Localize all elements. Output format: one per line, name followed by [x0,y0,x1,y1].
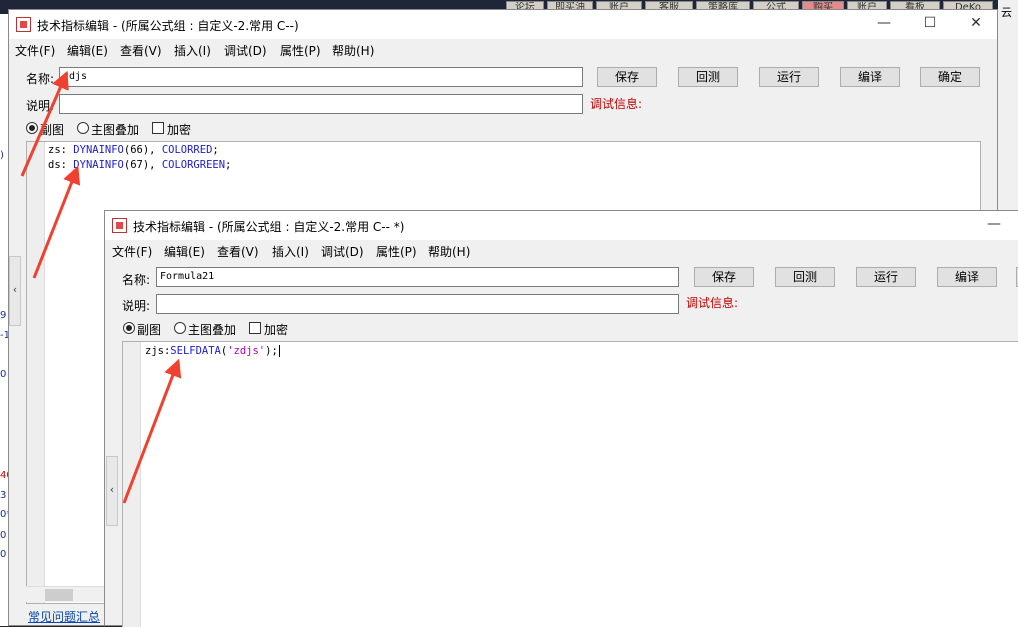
menu-edit[interactable]: 编辑(E) [164,243,205,260]
bg-mark: 3 [0,490,7,501]
name-label: 名称: [122,273,151,287]
name-label: 名称: [26,72,55,86]
menu-file[interactable]: 文件(F) [112,243,152,260]
bg-mark: 9 [0,310,7,321]
sub-chart-radio[interactable] [26,122,38,134]
name-input[interactable]: zdjs [59,67,583,87]
main-overlay-radio[interactable] [174,322,186,334]
menu-insert[interactable]: 插入(I) [174,42,211,59]
menu-bar: 文件(F) 编辑(E) 查看(V) 插入(I) 调试(D) 属性(P) 帮助(H… [9,39,997,59]
code-line: zs: DYNAINFO(66), COLORRED; [48,144,219,156]
encrypt-checkbox[interactable] [152,122,164,134]
main-overlay-radio[interactable] [77,122,89,134]
encrypt-label: 加密 [167,123,192,137]
faq-link[interactable]: 常见问题汇总 [28,608,100,625]
bg-mark: 0 [0,530,7,541]
backtest-button[interactable]: 回测 [678,67,738,87]
save-button[interactable]: 保存 [597,67,657,87]
code-line: ds: DYNAINFO(67), COLORGREEN; [48,159,232,171]
sub-chart-label: 副图 [137,323,162,337]
maximize-icon[interactable]: ☐ [907,10,953,39]
save-button[interactable]: 保存 [694,267,754,287]
run-button[interactable]: 运行 [856,267,916,287]
description-label: 说明: [26,99,55,113]
encrypt-checkbox[interactable] [249,322,261,334]
bg-right-text: 云 [1001,6,1012,19]
editor-gutter [27,142,45,603]
title-bar[interactable]: 技术指标编辑 - (所属公式组 : 自定义-2.常用 C--) — ☐ ✕ [9,10,997,39]
name-input[interactable]: Formula21 [156,267,679,287]
menu-bar: 文件(F) 编辑(E) 查看(V) 插入(I) 调试(D) 属性(P) 帮助(H… [105,240,1018,260]
encrypt-label: 加密 [264,323,289,337]
chevron-left-icon[interactable]: ‹ [106,456,118,526]
minimize-icon[interactable]: — [861,10,907,39]
bg-mark: ) [0,150,4,161]
title-bar[interactable]: 技术指标编辑 - (所属公式组 : 自定义-2.常用 C-- *) — [105,211,1018,240]
main-overlay-label: 主图叠加 [91,123,140,137]
menu-debug[interactable]: 调试(D) [321,243,364,260]
sub-chart-radio[interactable] [123,322,135,334]
window-title: 技术指标编辑 - (所属公式组 : 自定义-2.常用 C-- *) [133,220,405,234]
menu-properties[interactable]: 属性(P) [376,243,417,260]
horizontal-scrollbar[interactable] [26,586,106,602]
sub-chart-label: 副图 [40,123,65,137]
description-input[interactable] [156,294,679,314]
debug-info-label: 调试信息: [590,97,643,111]
menu-debug[interactable]: 调试(D) [224,42,267,59]
description-input[interactable] [59,94,583,114]
menu-view[interactable]: 查看(V) [120,42,162,59]
description-label: 说明: [122,299,151,313]
bg-mark: 0 [0,369,7,380]
main-overlay-label: 主图叠加 [188,323,237,337]
editor-gutter [123,342,141,627]
code-editor[interactable]: zjs:SELFDATA('zdjs'); [122,341,1018,627]
app-icon [16,17,31,32]
debug-info-label: 调试信息: [686,296,739,310]
compile-button[interactable]: 编译 [937,267,997,287]
code-line: zjs:SELFDATA('zdjs'); [145,345,280,357]
menu-help[interactable]: 帮助(H) [428,243,470,260]
ok-button[interactable]: 确定 [920,67,980,87]
menu-properties[interactable]: 属性(P) [280,42,321,59]
scrollbar-thumb[interactable] [45,589,73,601]
menu-edit[interactable]: 编辑(E) [67,42,108,59]
run-button[interactable]: 运行 [759,67,819,87]
menu-view[interactable]: 查看(V) [217,243,259,260]
close-icon[interactable]: ✕ [953,10,999,39]
bg-mark: 0 [0,549,7,560]
window-title: 技术指标编辑 - (所属公式组 : 自定义-2.常用 C--) [37,19,299,33]
minimize-icon[interactable]: — [971,211,1017,240]
formula-editor-window-2: 技术指标编辑 - (所属公式组 : 自定义-2.常用 C-- *) — 文件(F… [104,210,1018,627]
app-icon [112,218,127,233]
chevron-left-icon[interactable]: ‹ [9,256,21,326]
menu-insert[interactable]: 插入(I) [272,243,309,260]
compile-button[interactable]: 编译 [840,67,900,87]
menu-file[interactable]: 文件(F) [15,42,55,59]
menu-help[interactable]: 帮助(H) [332,42,374,59]
backtest-button[interactable]: 回测 [775,267,835,287]
